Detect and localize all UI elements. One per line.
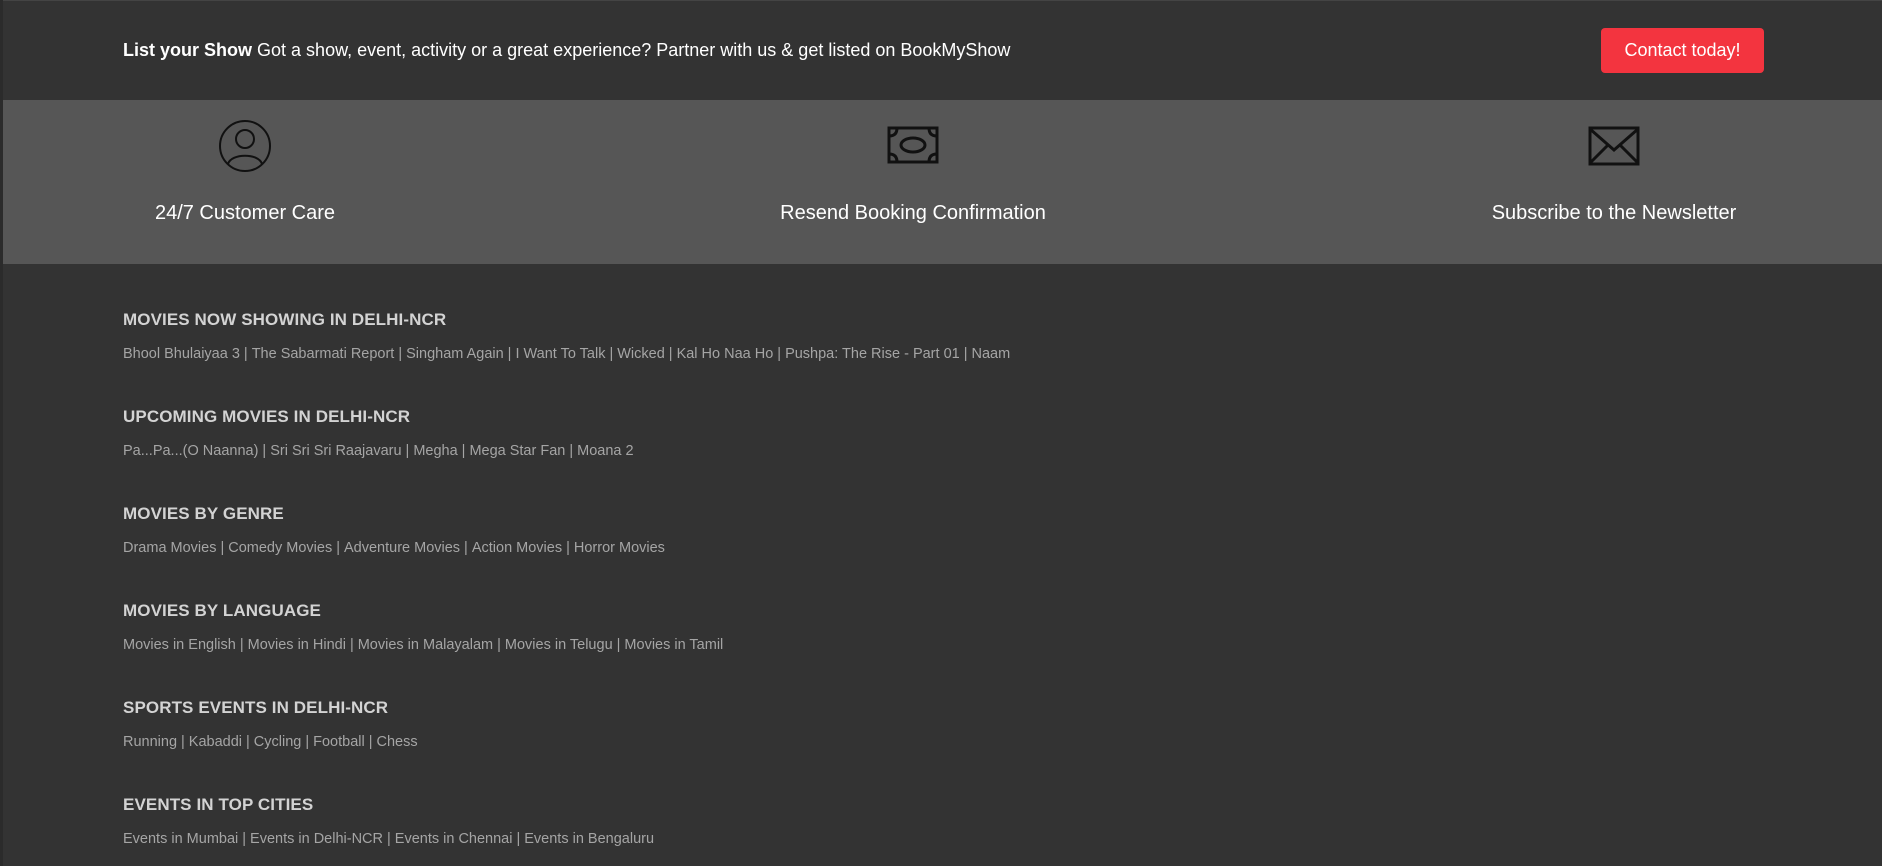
footer-link[interactable]: Kabaddi <box>189 734 242 750</box>
footer-link[interactable]: Wicked <box>617 346 665 362</box>
link-separator: | <box>305 734 310 750</box>
footer-link[interactable]: Events in Bengaluru <box>524 831 654 847</box>
footer-link[interactable]: Pa...Pa...(O Naanna) <box>123 443 258 459</box>
link-separator: | <box>243 346 248 362</box>
section-events-top-cities: EVENTS IN TOP CITIES Events in Mumbai | Ev… <box>123 795 1882 866</box>
footer-link[interactable]: Singham Again <box>406 346 504 362</box>
footer-link-sections: MOVIES NOW SHOWING IN DELHI-NCR Bhool Bh… <box>3 264 1882 866</box>
section-upcoming-movies: UPCOMING MOVIES IN DELHI-NCR Pa...Pa...(… <box>123 407 1882 504</box>
customer-care-label: 24/7 Customer Care <box>154 202 336 224</box>
section-movies-now-showing: MOVIES NOW SHOWING IN DELHI-NCR Bhool Bh… <box>123 310 1882 407</box>
contact-today-button[interactable]: Contact today! <box>1601 28 1764 73</box>
footer-link[interactable]: Events in Mumbai <box>123 831 238 847</box>
footer-link[interactable]: Movies in English <box>123 637 236 653</box>
section-links: Drama Movies | Comedy Movies | Adventure Mov… <box>123 540 1882 556</box>
footer-link[interactable]: Pushpa: The Rise - Part 01 <box>785 346 960 362</box>
link-separator: | <box>569 443 574 459</box>
footer-link[interactable]: Sri Sri Sri Raajavaru <box>270 443 401 459</box>
footer-link[interactable]: Naam <box>971 346 1010 362</box>
customer-care-link[interactable]: 24/7 Customer Care <box>65 100 425 264</box>
footer-link[interactable]: Movies in Malayalam <box>358 637 493 653</box>
customer-care-icon <box>217 118 273 174</box>
footer-link[interactable]: Moana 2 <box>577 443 633 459</box>
resend-booking-link[interactable]: Resend Booking Confirmation <box>733 100 1093 264</box>
footer-link[interactable]: I Want To Talk <box>515 346 605 362</box>
footer-link[interactable]: Kal Ho Naa Ho <box>677 346 774 362</box>
footer-link[interactable]: Running <box>123 734 177 750</box>
newsletter-link[interactable]: Subscribe to the Newsletter <box>1434 100 1794 264</box>
footer-link[interactable]: Action Movies <box>472 540 562 556</box>
link-separator: | <box>262 443 267 459</box>
link-separator: | <box>349 637 354 653</box>
link-separator: | <box>516 831 521 847</box>
footer-link[interactable]: Bhool Bhulaiyaa 3 <box>123 346 240 362</box>
link-separator: | <box>398 346 403 362</box>
footer-link[interactable]: Mega Star Fan <box>469 443 565 459</box>
link-separator: | <box>239 637 244 653</box>
link-separator: | <box>368 734 373 750</box>
banner-title: List your Show <box>123 40 253 60</box>
section-sports-events: SPORTS EVENTS IN DELHI-NCR Running | Kabad… <box>123 698 1882 795</box>
link-separator: | <box>461 443 466 459</box>
link-separator: | <box>464 540 468 556</box>
link-separator: | <box>566 540 570 556</box>
link-separator: | <box>963 346 968 362</box>
link-separator: | <box>220 540 225 556</box>
footer-link[interactable]: Events in Chennai <box>395 831 513 847</box>
link-separator: | <box>668 346 673 362</box>
footer-link[interactable]: Movies in Tamil <box>624 637 723 653</box>
section-heading: MOVIES BY LANGUAGE <box>123 601 321 620</box>
footer-link[interactable]: Movies in Hindi <box>248 637 346 653</box>
section-heading: MOVIES BY GENRE <box>123 504 284 523</box>
footer-link[interactable]: Football <box>313 734 365 750</box>
section-links: Pa...Pa...(O Naanna) | Sri Sri Sri Raajava… <box>123 443 1882 459</box>
envelope-icon <box>1586 118 1642 174</box>
link-separator: | <box>777 346 782 362</box>
footer-link[interactable]: Drama Movies <box>123 540 216 556</box>
footer-link[interactable]: Cycling <box>254 734 302 750</box>
link-separator: | <box>507 346 512 362</box>
footer-link[interactable]: Events in Delhi-NCR <box>250 831 383 847</box>
section-movies-by-genre: MOVIES BY GENRE Drama Movies | Comedy Movi… <box>123 504 1882 601</box>
section-links: Bhool Bhulaiyaa 3 | The Sabarmati Report | S… <box>123 346 1882 362</box>
link-separator: | <box>336 540 340 556</box>
link-separator: | <box>246 734 250 750</box>
resend-booking-label: Resend Booking Confirmation <box>780 202 1046 224</box>
section-movies-by-language: MOVIES BY LANGUAGE Movies in English | Mov… <box>123 601 1882 698</box>
footer-link[interactable]: Movies in Telugu <box>505 637 613 653</box>
footer-link[interactable]: Megha <box>413 443 457 459</box>
footer-link[interactable]: The Sabarmati Report <box>252 346 395 362</box>
section-links: Movies in English | Movies in Hindi | Movies… <box>123 637 1882 653</box>
list-your-show-banner: List your Show Got a show, event, activi… <box>3 0 1882 100</box>
section-heading: MOVIES NOW SHOWING IN DELHI-NCR <box>123 310 447 329</box>
ticket-icon <box>885 118 941 174</box>
section-links: Events in Mumbai | Events in Delhi-NCR | Eve… <box>123 831 1882 847</box>
section-heading: SPORTS EVENTS IN DELHI-NCR <box>123 698 389 717</box>
footer-link[interactable]: Adventure Movies <box>344 540 460 556</box>
link-separator: | <box>616 637 621 653</box>
section-heading: EVENTS IN TOP CITIES <box>123 795 314 814</box>
banner-text: List your Show Got a show, event, activi… <box>123 40 1010 61</box>
section-heading: UPCOMING MOVIES IN DELHI-NCR <box>123 407 411 426</box>
newsletter-label: Subscribe to the Newsletter <box>1491 202 1737 224</box>
link-separator: | <box>497 637 501 653</box>
link-separator: | <box>181 734 185 750</box>
link-separator: | <box>387 831 391 847</box>
footer-link[interactable]: Comedy Movies <box>228 540 332 556</box>
services-strip: 24/7 Customer Care Resend Booking Confir… <box>3 100 1882 264</box>
footer-link[interactable]: Horror Movies <box>574 540 665 556</box>
link-separator: | <box>405 443 410 459</box>
footer-link[interactable]: Chess <box>377 734 418 750</box>
link-separator: | <box>609 346 614 362</box>
link-separator: | <box>242 831 247 847</box>
section-links: Running | Kabaddi | Cycling | Football | Chess <box>123 734 1882 750</box>
footer-page: List your Show Got a show, event, activi… <box>0 0 1882 866</box>
banner-description: Got a show, event, activity or a great e… <box>257 40 1011 60</box>
